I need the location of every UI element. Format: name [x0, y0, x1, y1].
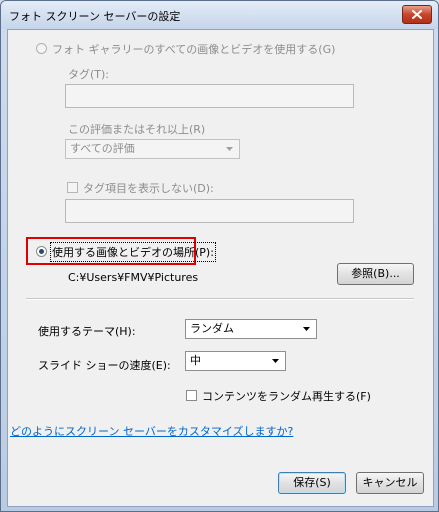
- help-link[interactable]: どのようにスクリーン セーバーをカスタマイズしますか?: [10, 423, 293, 439]
- chevron-down-icon: [272, 359, 279, 363]
- shuffle-checkbox[interactable]: [186, 390, 197, 401]
- window-title: フォト スクリーン セーバーの設定: [9, 10, 181, 23]
- browse-button[interactable]: 参照(B)...: [337, 263, 414, 285]
- hide-tags-checkbox[interactable]: [67, 182, 78, 193]
- close-icon: [412, 10, 422, 19]
- close-button[interactable]: [402, 5, 432, 24]
- title-bar[interactable]: フォト スクリーン セーバーの設定: [1, 1, 438, 29]
- speed-label: スライド ショーの速度(E):: [38, 359, 171, 372]
- gallery-radio-label: フォト ギャラリーのすべての画像とビデオを使用する(G): [52, 43, 336, 56]
- separator: [26, 298, 414, 300]
- shuffle-label: コンテンツをランダム再生する(F): [202, 390, 371, 403]
- gallery-radio[interactable]: [36, 43, 47, 54]
- dialog-content: フォト ギャラリーのすべての画像とビデオを使用する(G) タグ(T): この評価…: [7, 29, 434, 507]
- rating-dropdown-value: すべての評価: [70, 142, 135, 155]
- theme-label: 使用するテーマ(H):: [38, 325, 136, 338]
- cancel-button[interactable]: キャンセル: [356, 472, 424, 494]
- rating-label: この評価またはそれ以上(R): [68, 123, 206, 136]
- chevron-down-icon: [303, 327, 310, 331]
- theme-dropdown-value: ランダム: [190, 322, 234, 335]
- rating-dropdown[interactable]: すべての評価: [65, 139, 240, 159]
- tag-input[interactable]: [65, 84, 354, 108]
- theme-dropdown[interactable]: ランダム: [185, 319, 317, 339]
- save-button[interactable]: 保存(S): [278, 472, 346, 494]
- hide-tags-label: タグ項目を表示しない(D):: [83, 182, 214, 195]
- folder-radio-label: 使用する画像とビデオの場所(P):: [50, 242, 216, 262]
- speed-dropdown[interactable]: 中: [185, 351, 286, 371]
- tag-label: タグ(T):: [68, 68, 110, 81]
- chevron-down-icon: [226, 147, 233, 151]
- hide-tags-input[interactable]: [65, 199, 354, 223]
- dialog-window: フォト スクリーン セーバーの設定 フォト ギャラリーのすべての画像とビデオを使…: [0, 0, 439, 512]
- folder-path: C:¥Users¥FMV¥Pictures: [68, 271, 199, 284]
- speed-dropdown-value: 中: [190, 354, 201, 367]
- folder-radio[interactable]: [36, 246, 47, 257]
